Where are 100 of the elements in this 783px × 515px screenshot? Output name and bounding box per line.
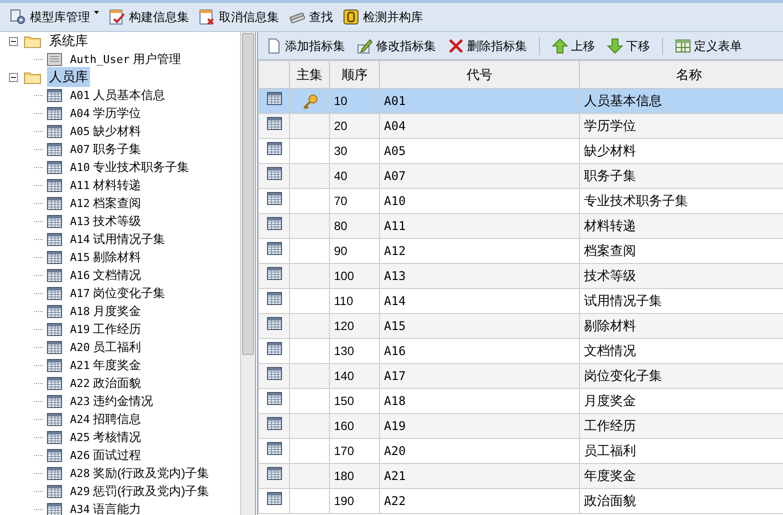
table-icon xyxy=(47,286,62,300)
row-table-icon xyxy=(266,167,282,180)
table-icon xyxy=(47,448,62,462)
table-icon xyxy=(47,268,62,282)
tree-item[interactable]: A12 档案查阅 xyxy=(70,194,142,212)
action-button[interactable]: 上移 xyxy=(552,36,595,54)
table-row[interactable]: 10 A01 人员基本信息 xyxy=(258,88,783,114)
table-icon xyxy=(47,394,62,408)
table-row[interactable]: 160 A19 工作经历 xyxy=(258,414,783,438)
table-row[interactable]: 70 A10 专业技术职务子集 xyxy=(258,188,783,214)
row-table-icon xyxy=(266,92,282,105)
row-table-icon xyxy=(266,492,282,505)
tree-node[interactable]: 人员库 xyxy=(47,67,90,87)
toolbar-button[interactable]: 构建信息集 xyxy=(109,8,189,26)
checklist-icon xyxy=(109,9,125,25)
action-button[interactable]: 定义表单 xyxy=(675,36,742,54)
table-cell: 190 xyxy=(330,488,380,514)
table-icon xyxy=(47,304,62,318)
tree-item[interactable]: A19 工作经历 xyxy=(70,320,142,338)
table-row[interactable]: 110 A14 试用情况子集 xyxy=(258,288,783,314)
tree-item[interactable]: A25 考核情况 xyxy=(70,428,142,446)
tree-item[interactable]: A14 试用情况子集 xyxy=(70,230,166,248)
arrow-up-icon xyxy=(552,38,568,54)
table-row[interactable]: 170 A20 员工福利 xyxy=(258,438,783,464)
action-button[interactable]: 添加指标集 xyxy=(266,36,345,54)
delete-icon xyxy=(448,38,464,54)
row-table-icon xyxy=(266,292,282,305)
action-button[interactable]: 下移 xyxy=(607,36,650,54)
table-row[interactable]: 180 A21 年度奖金 xyxy=(258,464,783,488)
tree-item[interactable]: A13 技术等级 xyxy=(70,212,142,230)
folder-icon xyxy=(24,70,41,84)
row-table-icon xyxy=(266,117,282,130)
cylinder-icon xyxy=(343,9,359,25)
table-row[interactable]: 20 A04 学历学位 xyxy=(258,114,783,138)
table-icon xyxy=(47,124,62,138)
action-button[interactable]: 修改指标集 xyxy=(357,36,436,54)
tree-item[interactable]: A07 职务子集 xyxy=(70,140,142,158)
tree-item[interactable]: A24 招聘信息 xyxy=(70,410,142,428)
table-row[interactable]: 190 A22 政治面貌 xyxy=(258,488,783,514)
tree-item[interactable]: A28 奖励(行政及党内)子集 xyxy=(70,464,210,482)
table-row[interactable]: 150 A18 月度奖金 xyxy=(258,388,783,414)
collapse-icon[interactable] xyxy=(9,72,18,82)
folder-icon xyxy=(24,34,41,48)
table-row[interactable]: 90 A12 档案查阅 xyxy=(258,238,783,264)
row-table-icon xyxy=(266,417,282,430)
tree-item[interactable]: A05 缺少材料 xyxy=(70,122,142,140)
tree-item[interactable]: A10 专业技术职务子集 xyxy=(70,158,190,176)
table-icon xyxy=(47,106,62,120)
tree-item[interactable]: A26 面试过程 xyxy=(70,446,142,464)
table-row[interactable]: 100 A13 技术等级 xyxy=(258,264,783,288)
tree-item[interactable]: A18 月度奖金 xyxy=(70,302,142,320)
table-cell: A22 xyxy=(380,488,580,514)
tree-item[interactable]: A23 违约金情况 xyxy=(70,392,154,410)
table-row[interactable]: 30 A05 缺少材料 xyxy=(258,138,783,164)
page-icon xyxy=(266,38,282,54)
tree-item[interactable]: Auth_User 用户管理 xyxy=(70,50,181,68)
table-icon xyxy=(47,502,62,515)
table-row[interactable]: 80 A11 材料转递 xyxy=(258,214,783,238)
action-button[interactable]: 删除指标集 xyxy=(448,36,527,54)
toolbar-button[interactable]: 检测并构库 xyxy=(343,8,423,26)
table-row[interactable]: 140 A17 岗位变化子集 xyxy=(258,364,783,388)
tree-item[interactable]: A11 材料转递 xyxy=(70,176,142,194)
column-header[interactable]: 代号 xyxy=(380,60,580,88)
row-table-icon xyxy=(266,317,282,330)
toolbar-button[interactable]: 模型库管理 xyxy=(10,8,99,26)
tree-item[interactable]: A20 员工福利 xyxy=(70,338,142,356)
row-table-icon xyxy=(266,217,282,230)
tree-item[interactable]: A17 岗位变化子集 xyxy=(70,284,166,302)
tree-item[interactable]: A01 人员基本信息 xyxy=(70,86,166,104)
tree-item[interactable]: A29 惩罚(行政及党内)子集 xyxy=(70,482,210,500)
row-table-icon xyxy=(266,442,282,455)
table-icon xyxy=(47,214,62,228)
tree-item[interactable]: A04 学历学位 xyxy=(70,104,142,122)
table-icon xyxy=(47,322,62,336)
table-row[interactable]: 130 A16 文档情况 xyxy=(258,338,783,364)
table-icon xyxy=(47,178,62,192)
tree-item[interactable]: A34 语言能力 xyxy=(70,500,142,515)
row-table-icon xyxy=(266,392,282,405)
scrollbar[interactable] xyxy=(240,32,255,515)
row-table-icon xyxy=(266,142,282,155)
table-icon xyxy=(47,142,62,156)
toolbar-button[interactable]: 查找 xyxy=(289,8,333,26)
table-icon xyxy=(47,358,62,372)
table-row[interactable]: 120 A15 剔除材料 xyxy=(258,314,783,338)
table-icon xyxy=(47,430,62,444)
tree-item[interactable]: A22 政治面貌 xyxy=(70,374,142,392)
document-icon xyxy=(47,52,62,66)
tree-item[interactable]: A21 年度奖金 xyxy=(70,356,142,374)
tree-item[interactable]: A16 文档情况 xyxy=(70,266,142,284)
table-row[interactable]: 40 A07 职务子集 xyxy=(258,164,783,188)
collapse-icon[interactable] xyxy=(9,36,18,46)
row-table-icon xyxy=(266,467,282,480)
table-cross-icon xyxy=(199,9,215,25)
table-icon xyxy=(47,340,62,354)
tree-item[interactable]: A15 剔除材料 xyxy=(70,248,142,266)
form-grid-icon xyxy=(675,38,691,54)
tree-node[interactable]: 系统库 xyxy=(47,31,90,51)
table-icon xyxy=(47,484,62,498)
toolbar-button[interactable]: 取消信息集 xyxy=(199,8,279,26)
table-icon xyxy=(47,160,62,174)
